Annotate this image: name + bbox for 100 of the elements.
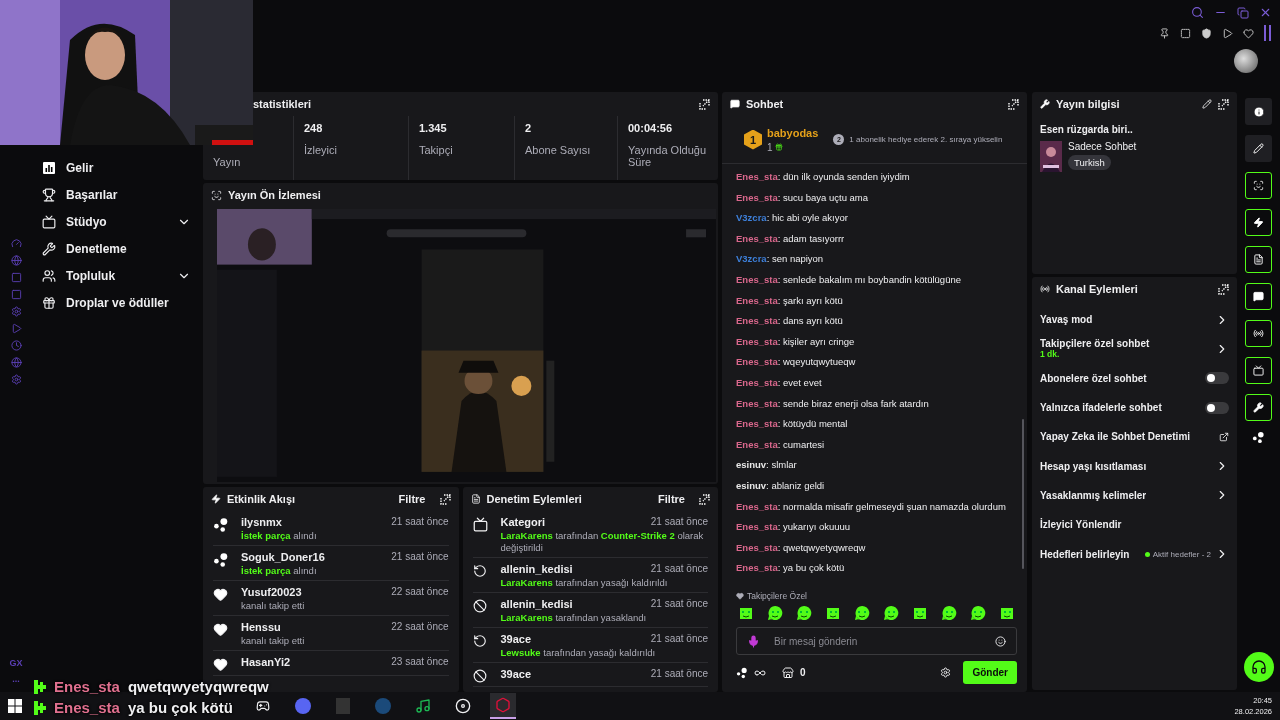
chat-message: esinuv: ablaniz geldi [736, 478, 826, 493]
stat-label: Yayın [213, 156, 242, 168]
emote-icon [854, 605, 870, 621]
moderation-button[interactable] [1245, 246, 1272, 273]
chat-message: Enes_sta: normalda misafir gelmeseydi şuan namazda olurdum [736, 499, 1007, 514]
shield-icon[interactable] [1201, 27, 1212, 39]
action-row[interactable]: Hesap yaşı kısıtlaması [1032, 451, 1237, 481]
emote-icon [912, 605, 928, 621]
feed-user: 39ace [500, 667, 533, 681]
browser-rail-icon[interactable] [10, 255, 22, 266]
send-button[interactable]: Gönder [963, 661, 1017, 684]
action-row[interactable]: Yapay Zeka ile Sohbet Denetimi [1032, 422, 1237, 452]
action-row[interactable]: Hedefleri belirleyin Aktif hedefler - 2 [1032, 539, 1237, 569]
nav-item[interactable]: Stüdyo [32, 208, 203, 235]
help-button[interactable] [1243, 652, 1274, 682]
chat-message: V3zcra: hic abi oyle akıyor [736, 211, 849, 226]
feed-time: 21 saat önce [650, 515, 708, 529]
tools-button[interactable] [1245, 394, 1272, 421]
message-field[interactable]: Bir mesaj gönderin [772, 634, 983, 648]
edit-button[interactable] [1245, 135, 1272, 162]
hexagon-icon [495, 697, 511, 713]
chat-message: Enes_sta: kötüydü mental [736, 417, 849, 432]
nav-item[interactable]: Denetleme [32, 235, 203, 262]
snapshot-icon[interactable] [1180, 27, 1191, 39]
language-tag: Turkish [1068, 155, 1111, 170]
chat-button[interactable] [1245, 283, 1272, 310]
action-row[interactable]: İzleyici Yönlendir [1032, 510, 1237, 540]
overlay-user: Enes_sta [54, 699, 120, 716]
popout-icon[interactable] [699, 493, 710, 505]
play-icon[interactable] [1222, 27, 1233, 39]
panel-title: Etkinlik Akışı [227, 493, 297, 505]
restore-icon[interactable] [1237, 6, 1249, 19]
mic-icon [747, 634, 760, 648]
chat-message: Enes_sta: qwetqwyetyqwreqw [736, 540, 867, 555]
nav-item[interactable]: Topluluk [32, 262, 203, 289]
windows-icon[interactable] [8, 699, 22, 713]
popout-icon[interactable] [1218, 283, 1229, 295]
nav-item[interactable]: Başarılar [32, 181, 203, 208]
ban-icon [472, 669, 487, 683]
action-row[interactable]: Yalnızca ifadelerle sohbet [1032, 392, 1237, 423]
heart-icon [213, 657, 228, 672]
taskbar-icon[interactable] [490, 693, 516, 719]
heart-icon [213, 587, 228, 602]
feed-detail: LaraKarens tarafından yasağı kaldırıldı [500, 577, 669, 589]
panel-title: statistikleri [253, 98, 313, 110]
search-icon[interactable] [1191, 6, 1204, 19]
wrench-icon [1253, 402, 1264, 413]
screen-icon [1253, 365, 1264, 376]
popout-icon[interactable] [439, 493, 451, 505]
dots-icon [213, 552, 229, 568]
chat-icon [1253, 291, 1264, 302]
message-box[interactable]: Bir mesaj gönderin [736, 627, 1017, 655]
goal-status: Aktif hedefler - 2 [1144, 549, 1211, 559]
gift-icon [775, 142, 784, 151]
ban-icon [472, 599, 487, 613]
broadcast-button[interactable] [1245, 320, 1272, 347]
feed-user: allenin_kedisi [500, 562, 574, 576]
browser-rail-icon[interactable] [10, 357, 22, 368]
gift-hint: 1 abonelik hediye ederek 2. sıraya yükselin [849, 135, 1003, 144]
popout-icon[interactable] [1218, 98, 1229, 110]
feed-time: 21 saat önce [650, 597, 708, 611]
heart-icon[interactable] [1243, 27, 1254, 39]
feed-detail: İstek parça alındı [241, 530, 318, 542]
pin-icon[interactable] [1159, 27, 1170, 39]
emote-icon [970, 605, 986, 621]
emote-icon [767, 605, 783, 621]
preview-button[interactable] [1245, 172, 1272, 199]
action-row[interactable]: Abonelere özel sohbet [1032, 363, 1237, 393]
emoji-icon[interactable] [995, 635, 1006, 647]
scrollbar[interactable] [1022, 419, 1024, 569]
action-row[interactable]: Yasaklanmış kelimeler [1032, 480, 1237, 511]
info-button[interactable] [1245, 98, 1272, 125]
channel-actions-button[interactable] [1245, 357, 1272, 384]
toggle[interactable] [1205, 401, 1229, 414]
action-row[interactable]: Yavaş mod [1032, 305, 1237, 335]
k-logo-icon [34, 700, 46, 715]
settings-icon[interactable] [940, 667, 952, 678]
nav-item[interactable]: Droplar ve ödüller [32, 289, 203, 316]
category-icon [472, 517, 488, 532]
sidebar-icon[interactable] [1264, 25, 1272, 41]
filter-button[interactable]: Filtre [650, 493, 693, 505]
feed-user: 39ace [500, 632, 533, 646]
feed-time: 21 saat önce [391, 550, 449, 564]
emote-icon [825, 605, 841, 621]
toggle[interactable] [1205, 372, 1229, 385]
stat-label: Takipçi [419, 144, 454, 156]
close-icon[interactable] [1259, 6, 1272, 19]
edit-icon[interactable] [1202, 99, 1212, 109]
document-icon [1253, 254, 1264, 265]
bar-chart-icon [42, 160, 56, 175]
feed-detail: kanalı takip etti [241, 600, 306, 612]
action-row[interactable]: Takipçilere özel sohbet 1 dk. [1032, 334, 1237, 364]
info-icon [1252, 105, 1265, 118]
filter-button[interactable]: Filtre [390, 493, 434, 505]
nav-item[interactable]: Gelir [32, 154, 203, 181]
emote-label: Takipçilere Özel [747, 591, 807, 601]
popout-icon[interactable] [1008, 98, 1019, 110]
popout-icon[interactable] [699, 98, 710, 110]
avatar[interactable] [1234, 49, 1258, 73]
activity-button[interactable] [1245, 209, 1272, 236]
